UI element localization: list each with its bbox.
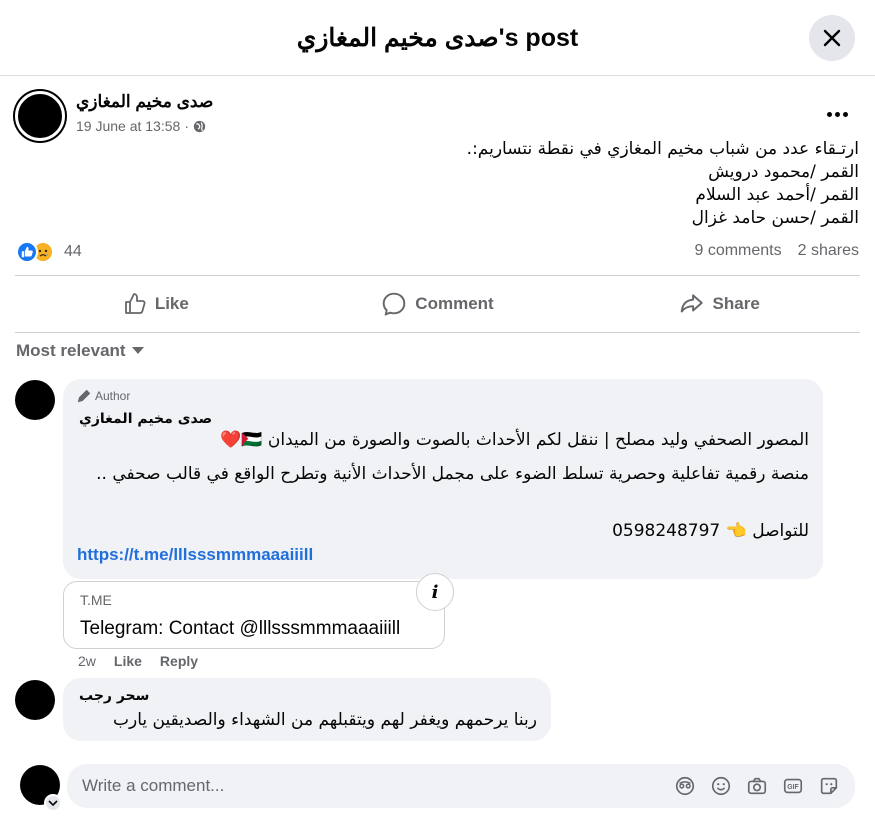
camera-icon[interactable] (745, 774, 769, 798)
caret-down-icon (131, 347, 144, 354)
post-action-bar: Like Comment Share (15, 275, 860, 333)
sort-label: Most relevant (16, 341, 126, 360)
comment-input[interactable] (67, 776, 627, 796)
comment-icon (383, 292, 406, 316)
comment-bubble: Author صدى مخيم المغازي المصور الصحفي ول… (63, 379, 823, 579)
comment-avatar[interactable] (15, 680, 55, 720)
post-line: ارتـقاء عدد من شباب مخيم المغازي في نقطة… (466, 139, 859, 159)
sticker-icon[interactable] (817, 774, 841, 798)
post-line: القمر /أحمد عبد السلام (695, 185, 859, 205)
svg-text:GIF: GIF (787, 784, 798, 791)
post-body: ارتـقاء عدد من شباب مخيم المغازي في نقطة… (159, 138, 859, 230)
post-line: القمر /حسن حامد غزال (691, 208, 859, 228)
post-author-avatar[interactable] (15, 91, 65, 141)
comment-like-button[interactable]: Like (114, 653, 142, 669)
more-dot-icon (834, 111, 840, 117)
post-stats: 9 comments 2 shares (694, 242, 859, 260)
post-meta: 19 June at 13:58 · (76, 118, 206, 134)
close-button[interactable] (809, 15, 855, 61)
comment-text-line: المصور الصحفي وليد مصلح | ننقل لكم الأحد… (220, 430, 809, 450)
more-dot-icon (826, 111, 832, 117)
reaction-count: 44 (64, 243, 82, 260)
gif-icon[interactable]: GIF (781, 774, 805, 798)
comment-button[interactable]: Comment (297, 276, 579, 332)
like-button[interactable]: Like (15, 276, 297, 332)
post-line: القمر /محمود درويش (708, 162, 859, 182)
comment-bubble: سحر رجب ربنا يرحمهم ويغفر لهم ويتقبلهم م… (63, 678, 551, 741)
dialog-title: صدى مخيم المغازي's post (296, 23, 579, 52)
comment-avatar[interactable] (15, 380, 55, 420)
comment-reply-button[interactable]: Reply (160, 653, 198, 669)
comment-text-line: للتواصل 👈 0598248797 (612, 521, 809, 541)
link-preview-title: Telegram: Contact @lllsssmmmaaaiiill (80, 618, 401, 639)
reaction-summary[interactable]: 44 (16, 241, 82, 263)
comment-link[interactable]: https://t.me/lllsssmmmaaaiiill (77, 545, 313, 565)
share-label: Share (712, 294, 760, 313)
more-dot-icon (842, 111, 848, 117)
comment-label: Comment (415, 294, 494, 313)
post-author-name[interactable]: صدى مخيم المغازي (76, 92, 213, 112)
globe-icon (193, 120, 206, 132)
share-button[interactable]: Share (578, 276, 860, 332)
info-icon[interactable]: i (416, 573, 454, 611)
link-preview-domain: T.ME (80, 592, 112, 608)
like-label: Like (154, 294, 189, 313)
comments-count[interactable]: 9 comments (694, 242, 781, 260)
comment-age[interactable]: 2w (78, 653, 96, 669)
profile-switch-button[interactable] (44, 794, 62, 812)
comment-text: ربنا يرحمهم ويغفر لهم ويتقبلهم من الشهدا… (112, 710, 537, 730)
comment-author-name[interactable]: صدى مخيم المغازي (79, 411, 212, 427)
like-reaction-icon (16, 241, 38, 263)
author-badge: Author (77, 389, 130, 403)
dialog-header: صدى مخيم المغازي's post (0, 0, 875, 76)
scroll-fade (0, 744, 875, 756)
close-icon (823, 29, 841, 47)
link-preview-card[interactable]: T.ME Telegram: Contact @lllsssmmmaaaiiil… (63, 581, 445, 649)
comment-actions: 2w Like Reply (78, 653, 198, 669)
shares-count[interactable]: 2 shares (798, 242, 859, 260)
share-icon (680, 294, 703, 313)
post-timestamp[interactable]: 19 June at 13:58 (76, 118, 180, 134)
author-badge-label: Author (95, 389, 131, 403)
avatar-sticker-icon[interactable] (673, 774, 697, 798)
like-icon (124, 293, 146, 314)
chevron-down-icon (48, 800, 58, 807)
comment-sort-dropdown[interactable]: Most relevant (16, 341, 144, 361)
composer-tools: GIF (673, 774, 841, 798)
post-options-button[interactable] (821, 104, 853, 124)
emoji-icon[interactable] (709, 774, 733, 798)
comment-author-name[interactable]: سحر رجب (79, 688, 149, 704)
comment-text-line: منصة رقمية تفاعلية وحصرية تسلط الضوء على… (96, 464, 809, 484)
pencil-icon (77, 389, 91, 403)
comment-composer: GIF (67, 764, 855, 808)
meta-separator: · (184, 118, 189, 134)
